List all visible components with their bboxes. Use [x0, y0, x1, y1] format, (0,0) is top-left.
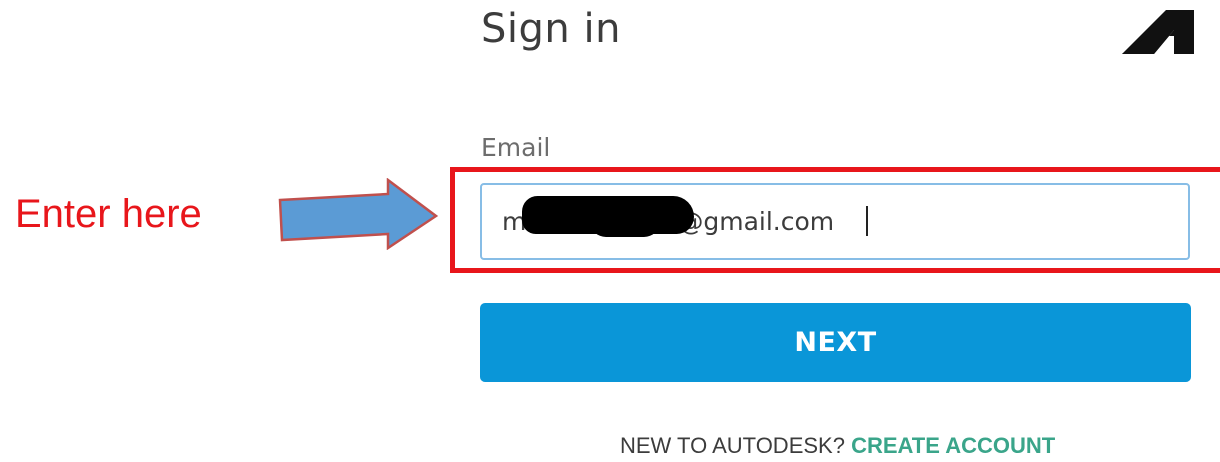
autodesk-logo-icon	[1122, 10, 1194, 54]
redaction-mark	[590, 205, 660, 237]
footer: NEW TO AUTODESK? CREATE ACCOUNT	[620, 433, 1055, 459]
email-value-suffix: @gmail.com	[678, 207, 835, 236]
create-account-link[interactable]: CREATE ACCOUNT	[851, 433, 1055, 458]
email-label: Email	[481, 133, 551, 162]
annotation-label: Enter here	[15, 192, 202, 236]
right-arrow-icon	[278, 178, 439, 250]
text-caret	[866, 206, 868, 236]
footer-prompt: NEW TO AUTODESK?	[620, 433, 845, 458]
page-title: Sign in	[481, 6, 621, 52]
next-button[interactable]: NEXT	[480, 303, 1191, 382]
